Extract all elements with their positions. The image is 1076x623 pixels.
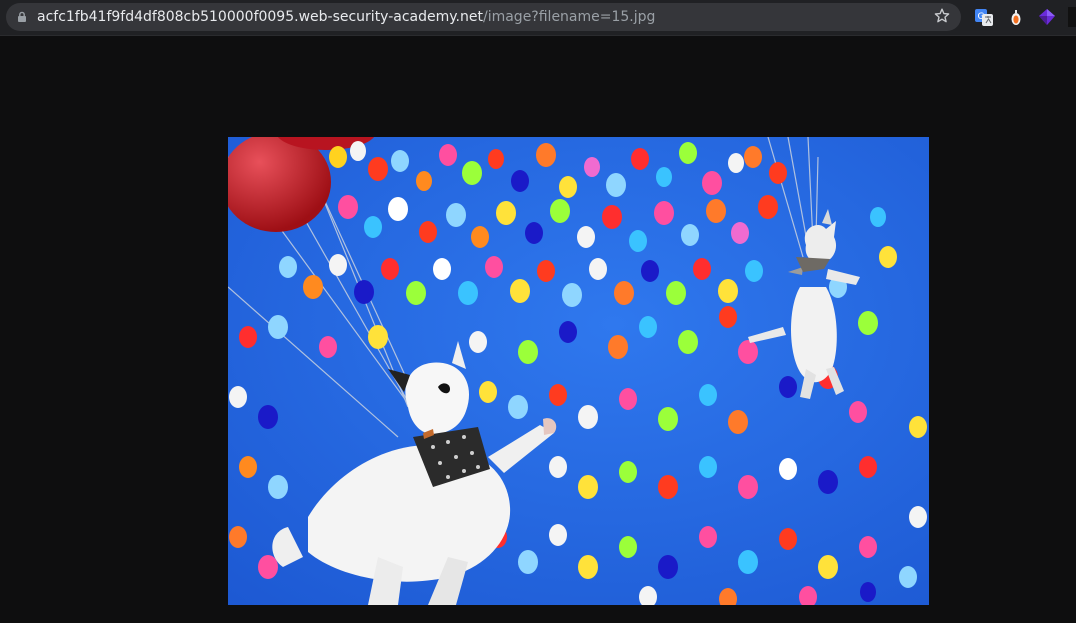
url-path: /image?filename=15.jpg <box>482 9 656 25</box>
browser-toolbar: acfc1fb41f9fd4df808cb510000f0095.web-sec… <box>0 0 1076 36</box>
page-viewport <box>0 36 1076 623</box>
lock-icon[interactable] <box>16 11 28 23</box>
photo-illustration <box>228 137 929 605</box>
address-bar[interactable]: acfc1fb41f9fd4df808cb510000f0095.web-sec… <box>6 3 961 31</box>
translate-extension-icon[interactable]: G <box>974 7 994 27</box>
url-text[interactable]: acfc1fb41f9fd4df808cb510000f0095.web-sec… <box>37 9 655 25</box>
url-host: acfc1fb41f9fd4df808cb510000f0095.web-sec… <box>37 9 483 25</box>
overflow-extension-icon[interactable] <box>1068 7 1076 27</box>
gem-extension-icon[interactable] <box>1037 7 1057 27</box>
pepper-extension-icon[interactable] <box>1006 7 1026 27</box>
image-dogs-with-balloons <box>228 137 929 605</box>
bookmark-star-icon[interactable] <box>933 7 951 25</box>
